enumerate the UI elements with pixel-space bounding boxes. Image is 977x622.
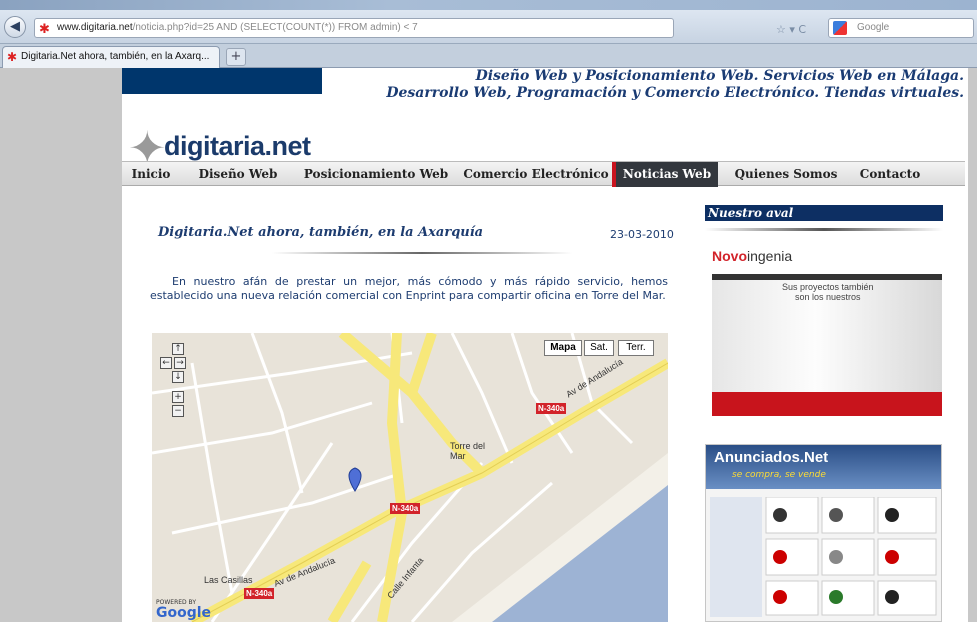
menu-item-posicionamiento-web[interactable]: Posicionamiento Web bbox=[298, 162, 454, 187]
anunciados-title: Anunciados.Net bbox=[714, 449, 829, 466]
search-placeholder: Google bbox=[857, 22, 890, 33]
anunciados-subtitle: se compra, se vende bbox=[732, 470, 826, 480]
tagline-line-2: Desarrollo Web, Programación y Comercio … bbox=[386, 85, 964, 101]
tab-favicon-icon: ✱ bbox=[7, 50, 18, 64]
novo-brand-b: ingenia bbox=[747, 248, 793, 264]
sidebar-heading: Nuestro aval bbox=[705, 205, 943, 221]
tab-active[interactable]: ✱ Digitaria.Net ahora, también, en la Ax… bbox=[2, 46, 220, 68]
pan-left-icon[interactable]: ← bbox=[160, 357, 172, 369]
article-date: 23-03-2010 bbox=[610, 228, 674, 241]
site-favicon-icon: ✱ bbox=[39, 21, 50, 36]
zoom-out-icon[interactable]: − bbox=[172, 405, 184, 417]
pan-down-icon[interactable]: ↓ bbox=[172, 371, 184, 383]
anunciados-header: Anunciados.Net se compra, se vende bbox=[706, 445, 941, 489]
menu-item-diseno-web[interactable]: Diseño Web bbox=[186, 162, 290, 187]
novo-brand-a: Novo bbox=[712, 248, 747, 264]
page-viewport: Diseño Web y Posicionamiento Web. Servic… bbox=[0, 68, 977, 622]
menu-item-inicio[interactable]: Inicio bbox=[128, 162, 174, 187]
menu-item-comercio-electronico[interactable]: Comercio Electrónico bbox=[462, 162, 610, 187]
main-menu: Inicio Diseño Web Posicionamiento Web Co… bbox=[122, 161, 965, 187]
zoom-in-icon[interactable]: + bbox=[172, 391, 184, 403]
address-bar[interactable]: ✱ www.digitaria.net/noticia.php?id=25 AND… bbox=[34, 18, 674, 38]
pan-right-icon[interactable]: → bbox=[174, 357, 186, 369]
logo-text: digitaria.net bbox=[164, 131, 311, 161]
tab-title: Digitaria.Net ahora, también, en la Axar… bbox=[21, 51, 210, 62]
novoingenia-slogan: Sus proyectos también son los nuestros bbox=[782, 282, 874, 302]
novo-slogan-line-2: son los nuestros bbox=[795, 292, 861, 302]
map-type-sat[interactable]: Sat. bbox=[584, 340, 614, 356]
novo-slogan-line-1: Sus proyectos también bbox=[782, 282, 874, 292]
navigation-toolbar: ◀ ✱ www.digitaria.net/noticia.php?id=25 A… bbox=[0, 10, 977, 44]
back-button[interactable]: ◀ bbox=[4, 16, 26, 38]
map-label-las-casillas: Las Casillas bbox=[204, 575, 253, 585]
anunciados-listing-grid bbox=[710, 497, 937, 617]
sidebar-divider bbox=[705, 228, 943, 231]
anunciados-banner[interactable]: Anunciados.Net se compra, se vende bbox=[705, 444, 942, 622]
menu-item-contacto[interactable]: Contacto bbox=[852, 162, 928, 187]
article-title: Digitaria.Net ahora, también, en la Axar… bbox=[158, 225, 484, 240]
tab-strip: ✱ Digitaria.Net ahora, también, en la Ax… bbox=[0, 44, 977, 68]
google-map[interactable]: Mapa Sat. Terr. ↑ ← → ↓ + − Torre del Ma… bbox=[152, 333, 668, 622]
search-box[interactable]: Google bbox=[828, 18, 974, 38]
novoingenia-banner[interactable]: Novoingenia Sus proyectos también son lo… bbox=[712, 248, 942, 420]
header-bar bbox=[122, 68, 322, 94]
page-container: Diseño Web y Posicionamiento Web. Servic… bbox=[122, 68, 968, 622]
tagline-line-1: Diseño Web y Posicionamiento Web. Servic… bbox=[475, 68, 964, 84]
reload-icon[interactable]: ☆ ▾ C bbox=[776, 23, 806, 36]
url-domain: www.digitaria.net bbox=[57, 22, 133, 33]
new-tab-button[interactable]: + bbox=[226, 48, 246, 66]
url-path: /noticia.php?id=25 AND (SELECT(COUNT(*))… bbox=[132, 22, 418, 33]
road-shield: N-340a bbox=[390, 503, 421, 514]
title-divider bbox=[272, 252, 572, 254]
google-engine-icon[interactable] bbox=[833, 21, 847, 35]
menu-item-quienes-somos[interactable]: Quienes Somos bbox=[726, 162, 846, 187]
map-type-mapa[interactable]: Mapa bbox=[544, 340, 582, 356]
novoingenia-footer bbox=[712, 392, 942, 416]
novoingenia-logo: Novoingenia bbox=[712, 248, 792, 264]
google-logo: Google bbox=[156, 605, 212, 621]
map-type-terr[interactable]: Terr. bbox=[618, 340, 654, 356]
road-shield: N-340a bbox=[536, 403, 567, 414]
menu-item-noticias-web[interactable]: Noticias Web bbox=[612, 162, 718, 187]
map-label-town: Torre del Mar bbox=[450, 441, 486, 461]
header-tagline: Diseño Web y Posicionamiento Web. Servic… bbox=[386, 68, 964, 102]
google-attribution[interactable]: POWERED BY Google bbox=[156, 599, 211, 620]
road-shield: N-340a bbox=[244, 588, 275, 599]
pan-up-icon[interactable]: ↑ bbox=[172, 343, 184, 355]
article-body: En nuestro afán de prestar un mejor, más… bbox=[150, 275, 668, 302]
